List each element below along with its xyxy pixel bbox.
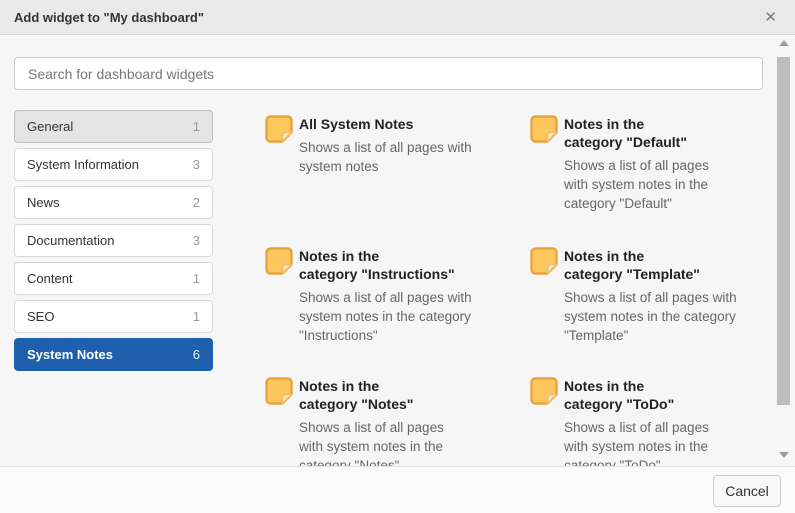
sticky-note-icon: [265, 247, 293, 275]
category-item-seo[interactable]: SEO 1: [14, 300, 213, 333]
category-item-general[interactable]: General 1: [14, 110, 213, 143]
category-count: 2: [193, 195, 200, 210]
category-label: Documentation: [27, 233, 114, 248]
widget-notes-category-instructions[interactable]: Notes in the category "Instructions" Sho…: [265, 247, 515, 345]
sticky-note-icon: [265, 377, 293, 405]
category-count: 1: [193, 271, 200, 286]
category-item-documentation[interactable]: Documentation 3: [14, 224, 213, 257]
widget-description: Shows a list of all pages with system no…: [299, 418, 444, 466]
scrollbar-thumb[interactable]: [777, 57, 790, 405]
category-label: SEO: [27, 309, 54, 324]
sticky-note-icon: [530, 247, 558, 275]
category-item-system-information[interactable]: System Information 3: [14, 148, 213, 181]
category-list: General 1 System Information 3 News 2 Do…: [14, 110, 213, 376]
dialog-header: Add widget to "My dashboard" ✕: [0, 0, 795, 35]
category-count: 6: [193, 347, 200, 362]
sticky-note-icon: [265, 115, 293, 143]
close-icon[interactable]: ✕: [760, 8, 781, 27]
sticky-note-icon: [530, 377, 558, 405]
category-label: General: [27, 119, 73, 134]
scroll-down-arrow-icon[interactable]: [779, 452, 789, 458]
widget-description: Shows a list of all pages with system no…: [564, 418, 709, 466]
widget-description: Shows a list of all pages with system no…: [564, 156, 709, 213]
category-item-news[interactable]: News 2: [14, 186, 213, 219]
widget-notes-category-todo[interactable]: Notes in the category "ToDo" Shows a lis…: [530, 377, 780, 466]
widget-title: Notes in the category "Default": [564, 115, 709, 151]
category-count: 1: [193, 309, 200, 324]
category-count: 1: [193, 119, 200, 134]
scroll-up-arrow-icon[interactable]: [779, 40, 789, 46]
category-label: News: [27, 195, 60, 210]
dialog-body: General 1 System Information 3 News 2 Do…: [0, 35, 795, 466]
add-widget-dialog: Add widget to "My dashboard" ✕ General 1…: [0, 0, 795, 513]
widget-notes-category-default[interactable]: Notes in the category "Default" Shows a …: [530, 115, 780, 213]
widget-title: Notes in the category "ToDo": [564, 377, 709, 413]
widget-title: Notes in the category "Instructions": [299, 247, 472, 283]
dialog-title: Add widget to "My dashboard": [14, 10, 760, 25]
widget-description: Shows a list of all pages with system no…: [299, 138, 472, 176]
search-input[interactable]: [14, 57, 763, 90]
cancel-button[interactable]: Cancel: [713, 475, 781, 507]
widget-notes-category-notes[interactable]: Notes in the category "Notes" Shows a li…: [265, 377, 515, 466]
widget-title: Notes in the category "Notes": [299, 377, 444, 413]
category-item-content[interactable]: Content 1: [14, 262, 213, 295]
widget-title: All System Notes: [299, 115, 472, 133]
category-count: 3: [193, 157, 200, 172]
dialog-footer: Cancel: [0, 466, 795, 513]
widget-notes-category-template[interactable]: Notes in the category "Template" Shows a…: [530, 247, 780, 345]
vertical-scrollbar[interactable]: [776, 35, 792, 466]
category-label: System Notes: [27, 347, 113, 362]
category-label: Content: [27, 271, 73, 286]
widget-description: Shows a list of all pages with system no…: [299, 288, 472, 345]
sticky-note-icon: [530, 115, 558, 143]
category-label: System Information: [27, 157, 139, 172]
category-item-system-notes[interactable]: System Notes 6: [14, 338, 213, 371]
category-count: 3: [193, 233, 200, 248]
widget-description: Shows a list of all pages with system no…: [564, 288, 737, 345]
widget-title: Notes in the category "Template": [564, 247, 737, 283]
widget-all-system-notes[interactable]: All System Notes Shows a list of all pag…: [265, 115, 515, 176]
